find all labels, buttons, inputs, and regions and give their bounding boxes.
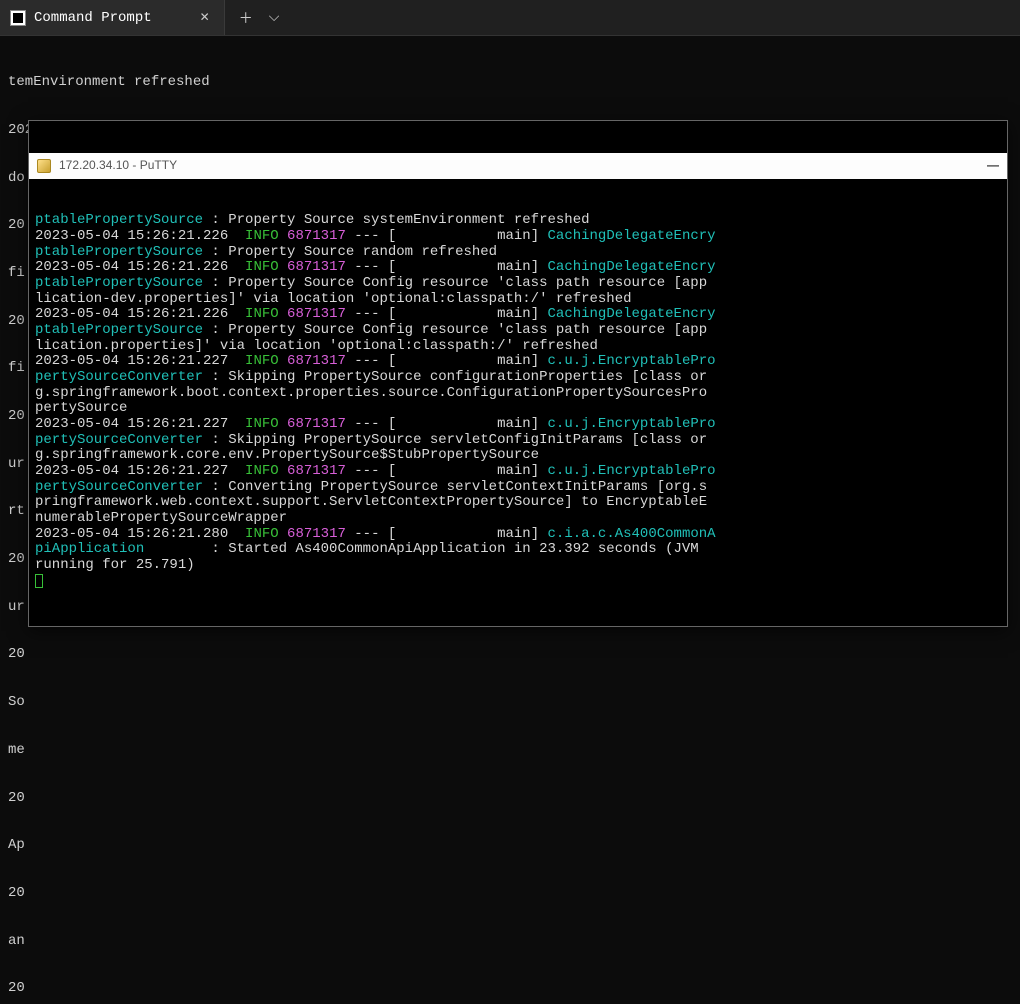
log-line: 2023-05-04 15:26:21.280 INFO 6871317 ---… (35, 527, 1001, 543)
log-line: ptablePropertySource : Property Source C… (35, 276, 1001, 292)
tab-actions: ＋ ⌵ (225, 8, 294, 28)
log-line: ptablePropertySource : Property Source r… (35, 245, 1001, 261)
putty-titlebar[interactable]: 172.20.34.10 - PuTTY — (29, 153, 1007, 179)
log-line: pertySourceConverter : Skipping Property… (35, 433, 1001, 449)
log-line: ptablePropertySource : Property Source s… (35, 213, 1001, 229)
log-line: 2023-05-04 15:26:21.226 INFO 6871317 ---… (35, 229, 1001, 245)
terminal-body[interactable]: temEnvironment refreshed 2023-05-04 15:2… (0, 36, 1020, 1004)
log-line: 2023-05-04 15:26:21.226 INFO 6871317 ---… (35, 260, 1001, 276)
log-line: lication-dev.properties]' via location '… (35, 292, 1001, 308)
cursor-line (35, 574, 1001, 590)
window-titlebar: Command Prompt ✕ ＋ ⌵ (0, 0, 1020, 36)
log-line: piApplication : Started As400CommonApiAp… (35, 542, 1001, 558)
log-line: pertySourceConverter : Converting Proper… (35, 480, 1001, 496)
log-line: pringframework.web.context.support.Servl… (35, 495, 1001, 511)
log-line: 2023-05-04 15:26:21.227 INFO 6871317 ---… (35, 464, 1001, 480)
tab-command-prompt[interactable]: Command Prompt ✕ (0, 0, 225, 35)
cursor (35, 574, 43, 588)
log-line: 2023-05-04 15:26:21.227 INFO 6871317 ---… (35, 417, 1001, 433)
log-line: running for 25.791) (35, 558, 1001, 574)
putty-window[interactable]: 172.20.34.10 - PuTTY — ptablePropertySou… (28, 120, 1008, 627)
putty-icon (37, 159, 51, 173)
log-line: 2023-05-04 15:26:21.226 INFO 6871317 ---… (35, 307, 1001, 323)
tab-dropdown-button[interactable]: ⌵ (269, 10, 280, 26)
log-line: 2023-05-04 15:26:21.227 INFO 6871317 ---… (35, 354, 1001, 370)
log-line: pertySource (35, 401, 1001, 417)
log-line: numerablePropertySourceWrapper (35, 511, 1001, 527)
log-line: temEnvironment refreshed (8, 74, 210, 90)
tab-label: Command Prompt (34, 10, 152, 26)
log-line: pertySourceConverter : Skipping Property… (35, 370, 1001, 386)
putty-title: 172.20.34.10 - PuTTY (59, 159, 177, 173)
log-line: g.springframework.core.env.PropertySourc… (35, 448, 1001, 464)
new-tab-button[interactable]: ＋ (239, 8, 253, 28)
log-line: lication.properties]' via location 'opti… (35, 339, 1001, 355)
minimize-icon[interactable]: — (987, 159, 999, 173)
close-icon[interactable]: ✕ (200, 10, 210, 25)
cmd-icon (10, 10, 26, 26)
log-line: g.springframework.boot.context.propertie… (35, 386, 1001, 402)
putty-body[interactable]: ptablePropertySource : Property Source s… (29, 211, 1007, 594)
log-line: ptablePropertySource : Property Source C… (35, 323, 1001, 339)
